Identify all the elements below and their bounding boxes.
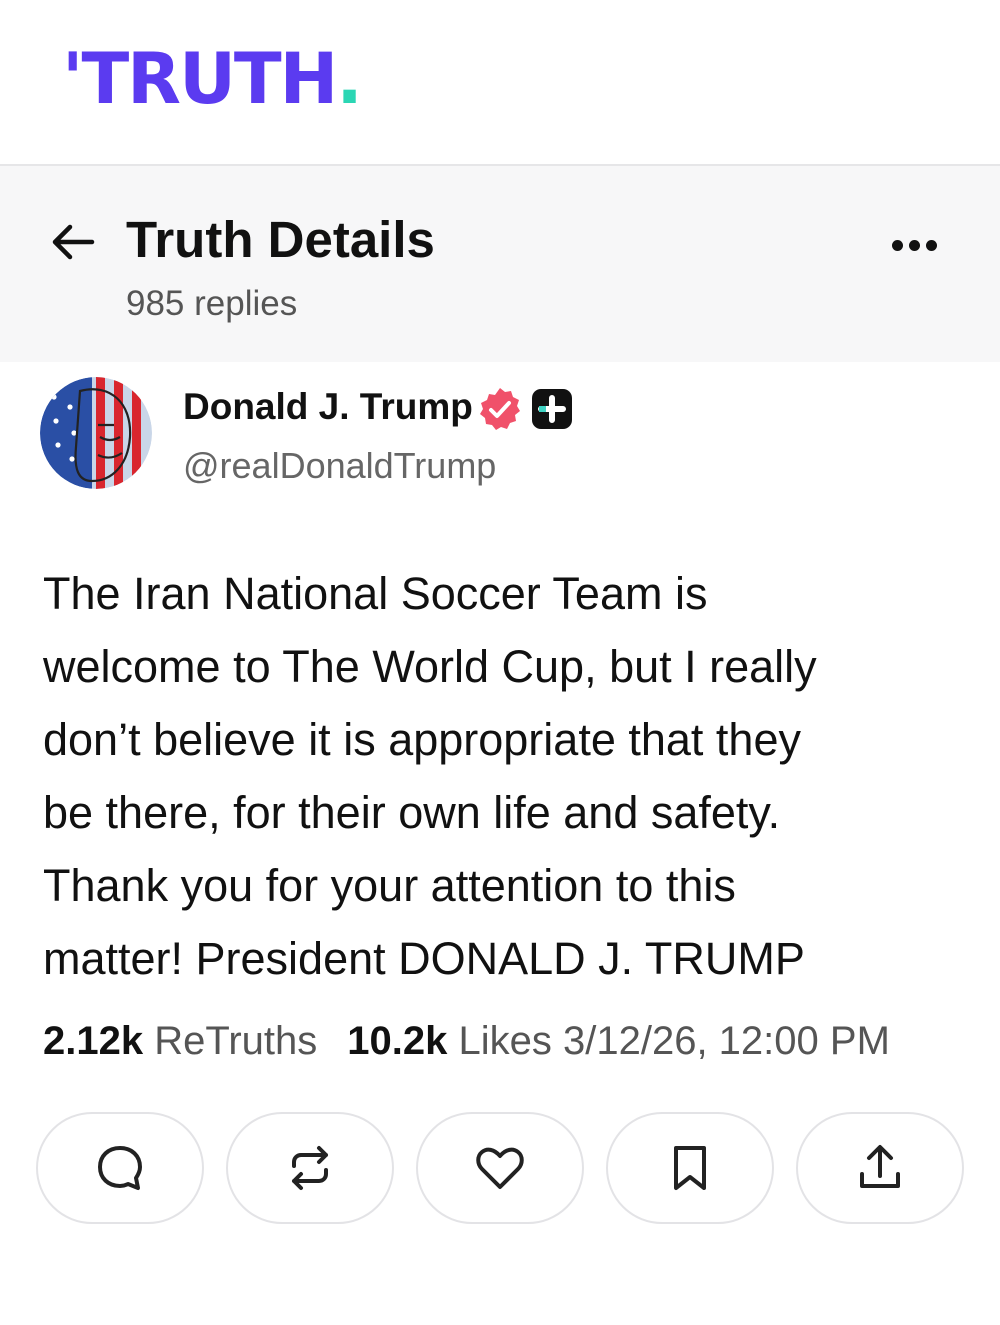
like-icon: [476, 1147, 524, 1189]
retruths-count[interactable]: 2.12k: [43, 1019, 143, 1063]
reply-icon: [98, 1146, 142, 1190]
more-options-button[interactable]: [892, 228, 948, 264]
plus-badge-icon: [531, 388, 573, 430]
more-horizontal-icon: [892, 228, 948, 256]
share-icon: [860, 1145, 900, 1188]
verified-badge-icon: [477, 386, 523, 432]
post-timestamp: 3/12/26, 12:00 PM: [563, 1019, 890, 1063]
page-title: Truth Details: [126, 211, 435, 268]
back-button[interactable]: [48, 217, 98, 267]
reply-count: 985 replies: [126, 284, 298, 323]
post-stats: 2.12k ReTruths 10.2k Likes 3/12/26, 12:00…: [43, 1019, 890, 1064]
retruth-button[interactable]: [226, 1112, 394, 1224]
retruth-icon: [292, 1146, 328, 1190]
reply-button[interactable]: [36, 1112, 204, 1224]
author-name[interactable]: Donald J. Trump: [183, 386, 473, 428]
post-body: The Iran National Soccer Team is welcome…: [43, 568, 817, 984]
top-bar: 'TRUTH.: [0, 0, 1000, 166]
retruths-label[interactable]: ReTruths: [154, 1019, 317, 1063]
arrow-left-icon: [52, 224, 95, 260]
bookmark-button[interactable]: [606, 1112, 774, 1224]
author-handle[interactable]: @realDonaldTrump: [183, 445, 496, 487]
share-button[interactable]: [796, 1112, 964, 1224]
truth-logo[interactable]: 'TRUTH.: [62, 44, 363, 114]
likes-count[interactable]: 10.2k: [347, 1019, 447, 1063]
avatar[interactable]: [40, 377, 152, 489]
bookmark-icon: [674, 1146, 706, 1190]
like-button[interactable]: [416, 1112, 584, 1224]
likes-label[interactable]: Likes: [458, 1019, 551, 1063]
